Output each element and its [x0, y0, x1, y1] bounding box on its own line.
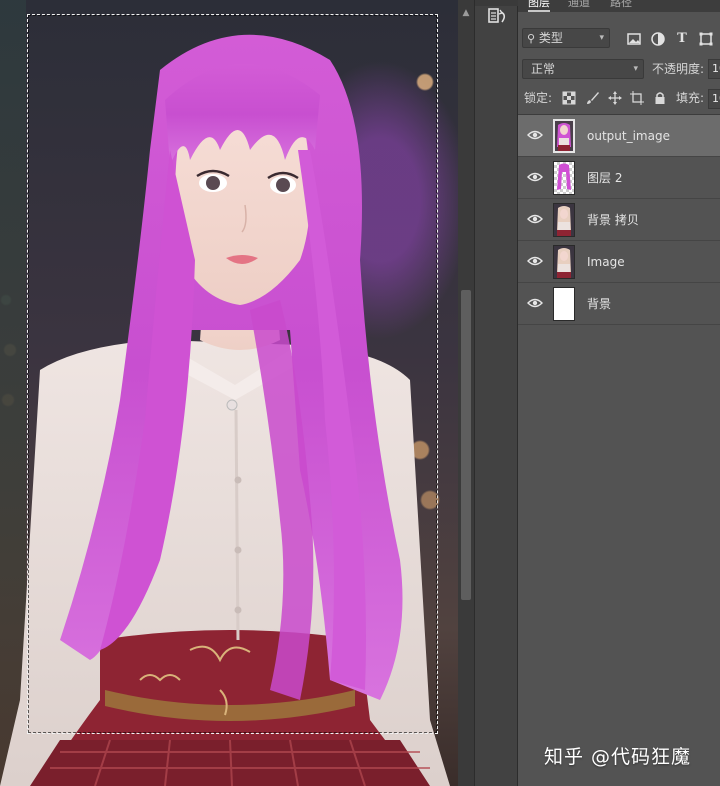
- fill-field[interactable]: 10: [708, 89, 720, 109]
- chevron-down-icon: ▾: [633, 64, 638, 74]
- filter-kind-dropdown[interactable]: ⚲ 类型 ▾: [522, 28, 610, 48]
- tab-paths[interactable]: 路径: [610, 0, 632, 12]
- lock-label: 锁定:: [524, 91, 553, 105]
- tab-channels[interactable]: 通道: [568, 0, 590, 12]
- lock-artboard-icon[interactable]: [630, 91, 644, 105]
- panel-tabs: 图层 通道 路径: [518, 0, 720, 12]
- layer-name: Image: [587, 255, 625, 269]
- layer-filter-row: ⚲ 类型 ▾ T: [518, 22, 720, 54]
- filter-kind-label: 类型: [538, 31, 563, 45]
- layer-name: 图层 2: [587, 171, 623, 185]
- opacity-field[interactable]: 10: [708, 59, 720, 79]
- layer-row-output-image[interactable]: output_image: [518, 115, 720, 157]
- lock-all-icon[interactable]: [653, 91, 667, 105]
- layers-panel: 图层 通道 路径 ⚲ 类型 ▾ T 正常 ▾ 不透明度: 1 锁定: 填充: 1…: [518, 0, 720, 786]
- canvas-image: [0, 0, 458, 786]
- blend-row: 正常 ▾ 不透明度: 10: [518, 56, 720, 82]
- lock-row: 锁定: 填充: 10: [518, 86, 720, 110]
- lock-move-icon[interactable]: [608, 91, 622, 105]
- shape-filter-icon[interactable]: [698, 31, 714, 47]
- layer-name: output_image: [587, 129, 670, 143]
- fill-label: 填充:: [676, 91, 705, 105]
- tab-layers[interactable]: 图层: [528, 0, 550, 12]
- canvas-vertical-scrollbar[interactable]: ▲: [458, 0, 474, 786]
- adjustment-filter-icon[interactable]: [650, 31, 666, 47]
- layer-row-background-copy[interactable]: 背景 拷贝: [518, 199, 720, 241]
- layer-name: 背景 拷贝: [587, 213, 639, 227]
- layer-list: output_image 图层 2 背景 拷贝 Image 背景: [518, 114, 720, 786]
- chevron-down-icon: ▾: [599, 33, 604, 43]
- layer-row-background[interactable]: 背景: [518, 283, 720, 325]
- history-brush-icon[interactable]: [483, 4, 511, 30]
- eye-icon[interactable]: [527, 171, 543, 183]
- blend-mode-value: 正常: [531, 62, 556, 76]
- layer-thumbnail: [553, 161, 575, 195]
- scroll-thumb[interactable]: [461, 290, 471, 600]
- layer-thumbnail: [553, 203, 575, 237]
- layer-row-layer-2[interactable]: 图层 2: [518, 157, 720, 199]
- opacity-label: 不透明度:: [652, 62, 705, 76]
- eye-icon[interactable]: [527, 297, 543, 309]
- layer-thumbnail: [553, 245, 575, 279]
- eye-icon[interactable]: [527, 213, 543, 225]
- document-canvas[interactable]: [0, 0, 458, 786]
- layer-thumbnail: [553, 119, 575, 153]
- type-filter-icon[interactable]: T: [674, 31, 690, 47]
- eye-icon[interactable]: [527, 129, 543, 141]
- collapsed-panel-strip: [474, 0, 519, 786]
- layer-row-image[interactable]: Image: [518, 241, 720, 283]
- watermark: 知乎 @代码狂魔: [544, 746, 692, 768]
- portrait-illustration: [0, 34, 450, 786]
- scroll-up-arrow-icon[interactable]: ▲: [458, 6, 474, 20]
- blend-mode-dropdown[interactable]: 正常 ▾: [522, 59, 644, 79]
- eye-icon[interactable]: [527, 255, 543, 267]
- search-icon: ⚲: [527, 32, 536, 45]
- lock-brush-icon[interactable]: [586, 91, 600, 105]
- layer-thumbnail: [553, 287, 575, 321]
- layer-name: 背景: [587, 297, 612, 311]
- lock-transparent-icon[interactable]: [562, 91, 576, 105]
- image-filter-icon[interactable]: [626, 31, 642, 47]
